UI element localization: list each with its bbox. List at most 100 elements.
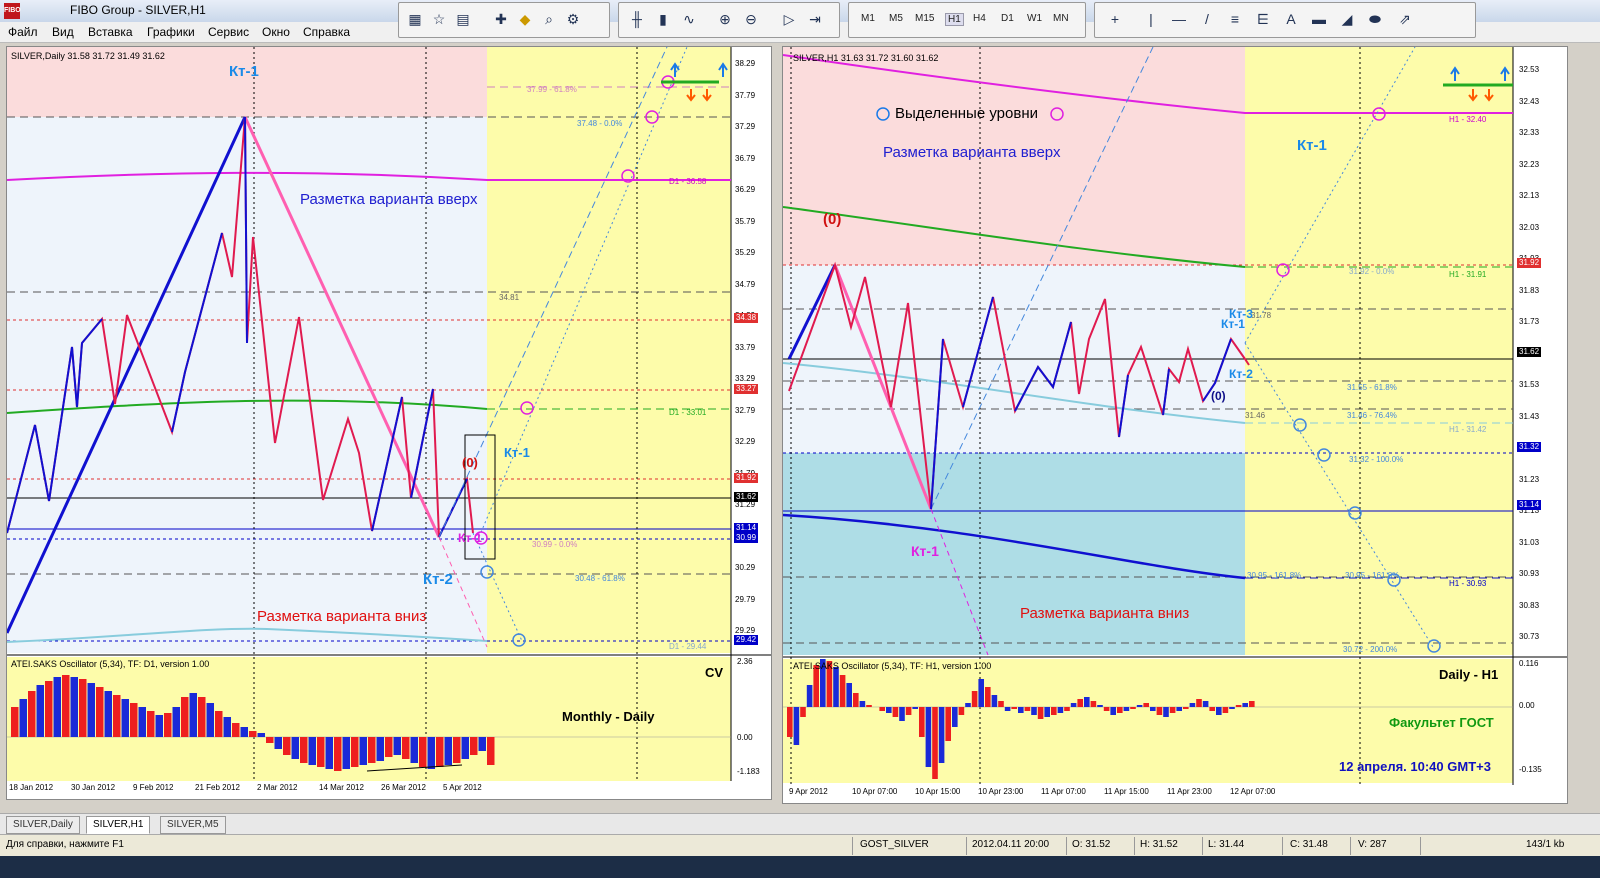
tf-h1-button[interactable]: H1 <box>945 13 964 26</box>
triangle-icon[interactable]: ◢ <box>1337 10 1357 28</box>
tab-silver-daily[interactable]: SILVER,Daily <box>6 816 80 834</box>
oscillator-bar <box>1077 699 1083 707</box>
zoom-out-icon[interactable]: ⊖ <box>741 10 761 28</box>
oscillator-bar <box>793 707 800 745</box>
date-tick-label: 14 Mar 2012 <box>319 783 364 792</box>
menu-service[interactable]: Сервис <box>208 25 249 39</box>
tf-mn-button[interactable]: MN <box>1053 13 1069 24</box>
zoom-in-icon[interactable]: ⊕ <box>715 10 735 28</box>
horizontal-line-icon[interactable]: — <box>1169 10 1189 28</box>
price-tick-label: 32.23 <box>1519 159 1540 169</box>
price-marker: 31.92 <box>1517 258 1542 268</box>
profiles-icon[interactable]: ☆ <box>429 10 449 28</box>
oscillator-bar <box>325 737 333 769</box>
oscillator-bar <box>487 737 495 765</box>
vertical-line-icon[interactable]: | <box>1141 10 1161 28</box>
oscillator-bar <box>1156 707 1163 715</box>
oscillator-bar <box>1229 707 1235 709</box>
oscillator-bar <box>121 699 129 737</box>
oscillator-bar <box>806 685 813 707</box>
tf-d1-button[interactable]: D1 <box>1001 13 1014 24</box>
oscillator-bar <box>215 711 223 737</box>
status-traffic: 143/1 kb <box>1526 839 1565 850</box>
strategy-tester-icon[interactable]: ⌕ <box>539 10 559 28</box>
price-tick-label: 36.29 <box>735 185 756 194</box>
new-order-icon[interactable]: ✚ <box>491 10 511 28</box>
oscillator-bar <box>985 687 991 707</box>
oscillator-bar <box>147 711 155 737</box>
oscillator-bar <box>351 737 359 767</box>
label-variant-down: Разметка варианта вниз <box>1020 605 1190 622</box>
label-zero: (0) <box>462 455 478 470</box>
tab-silver-h1[interactable]: SILVER,H1 <box>86 816 151 834</box>
arrows-icon[interactable]: ⇗ <box>1395 10 1415 28</box>
tf-w1-button[interactable]: W1 <box>1027 13 1042 24</box>
menu-insert[interactable]: Вставка <box>88 25 133 39</box>
oscillator-bar <box>1051 707 1057 715</box>
new-chart-icon[interactable]: ▦ <box>405 10 425 28</box>
fibo-label: 30.72 - 200.0% <box>1343 645 1398 654</box>
tf-m5-button[interactable]: M5 <box>889 13 903 24</box>
date-tick-label: 10 Apr 23:00 <box>978 787 1024 796</box>
oscillator-bar <box>1031 707 1037 715</box>
rectangle-icon[interactable]: ▬ <box>1309 10 1329 28</box>
oscillator-bar <box>1176 707 1182 711</box>
oscillator-bar <box>1084 697 1090 707</box>
label-kt2: Кт-2 <box>1229 367 1253 381</box>
tf-h4-button[interactable]: H4 <box>973 13 986 24</box>
oscillator-bar <box>198 697 206 737</box>
osc-scale-top: 2.36 <box>737 657 753 666</box>
expert-advisors-icon[interactable]: ◆ <box>515 10 535 28</box>
oscillator-bar <box>998 701 1004 707</box>
status-help: Для справки, нажмите F1 <box>6 839 124 850</box>
price-tick-label: 33.29 <box>735 374 756 383</box>
price-tick-label: 32.03 <box>1519 222 1540 232</box>
osc-scale-bottom: -0.135 <box>1519 765 1542 774</box>
chart-silver-daily[interactable]: SILVER,Daily 31.58 31.72 31.49 31.62 38.… <box>6 46 772 800</box>
line-chart-icon[interactable]: ∿ <box>679 10 699 28</box>
oscillator-bar <box>912 707 918 709</box>
price-marker: 31.62 <box>734 492 759 502</box>
oscillator-bar <box>70 677 78 737</box>
menu-charts[interactable]: Графики <box>147 25 195 39</box>
menu-view[interactable]: Вид <box>52 25 74 39</box>
chart-shift-icon[interactable]: ⇥ <box>805 10 825 28</box>
date-tick-label: 11 Apr 07:00 <box>1041 787 1086 796</box>
price-tick-label: 31.53 <box>1519 380 1540 389</box>
oscillator-bar <box>79 679 87 737</box>
text-icon[interactable]: A <box>1281 10 1301 28</box>
status-open: O: 31.52 <box>1072 839 1111 850</box>
price-marker: 34.38 <box>734 313 759 323</box>
price-tick-label: 34.79 <box>735 279 756 289</box>
oscillator-bar <box>113 695 121 737</box>
price-tick-label: 32.79 <box>735 405 756 415</box>
candlestick-icon[interactable]: ▮ <box>653 10 673 28</box>
oscillator-bar <box>410 737 418 763</box>
tab-silver-m5[interactable]: SILVER,M5 <box>160 816 226 834</box>
menu-file[interactable]: Файл <box>8 25 38 39</box>
crosshair-icon[interactable]: + <box>1105 10 1125 28</box>
options-icon[interactable]: ⚙ <box>563 10 583 28</box>
date-tick-label: 11 Apr 23:00 <box>1167 787 1212 796</box>
tf-m15-button[interactable]: M15 <box>915 13 934 24</box>
oscillator-bar <box>28 691 36 737</box>
oscillator-bar <box>1143 703 1149 707</box>
oscillator-bar <box>291 737 299 759</box>
equidistant-channel-icon[interactable]: ≡ <box>1225 10 1245 28</box>
oscillator-bar <box>833 667 839 707</box>
oscillator-bar <box>1018 707 1024 713</box>
status-volume: V: 287 <box>1358 839 1387 850</box>
oscillator-bar <box>1196 699 1202 707</box>
fibonacci-icon[interactable]: ⋿ <box>1253 10 1273 28</box>
trendline-icon[interactable]: / <box>1197 10 1217 28</box>
menu-help[interactable]: Справка <box>303 25 350 39</box>
oscillator-bar <box>453 737 461 763</box>
menu-window[interactable]: Окно <box>262 25 290 39</box>
auto-scroll-icon[interactable]: ▷ <box>779 10 799 28</box>
chart-silver-h1[interactable]: SILVER,H1 31.63 31.72 31.60 31.62 32.53 3… <box>782 46 1568 804</box>
oscillator-bar <box>938 707 945 763</box>
bar-chart-icon[interactable]: ╫ <box>627 10 647 28</box>
ellipse-icon[interactable]: ⬬ <box>1365 10 1385 28</box>
market-watch-icon[interactable]: ▤ <box>453 10 473 28</box>
tf-m1-button[interactable]: M1 <box>861 13 875 24</box>
